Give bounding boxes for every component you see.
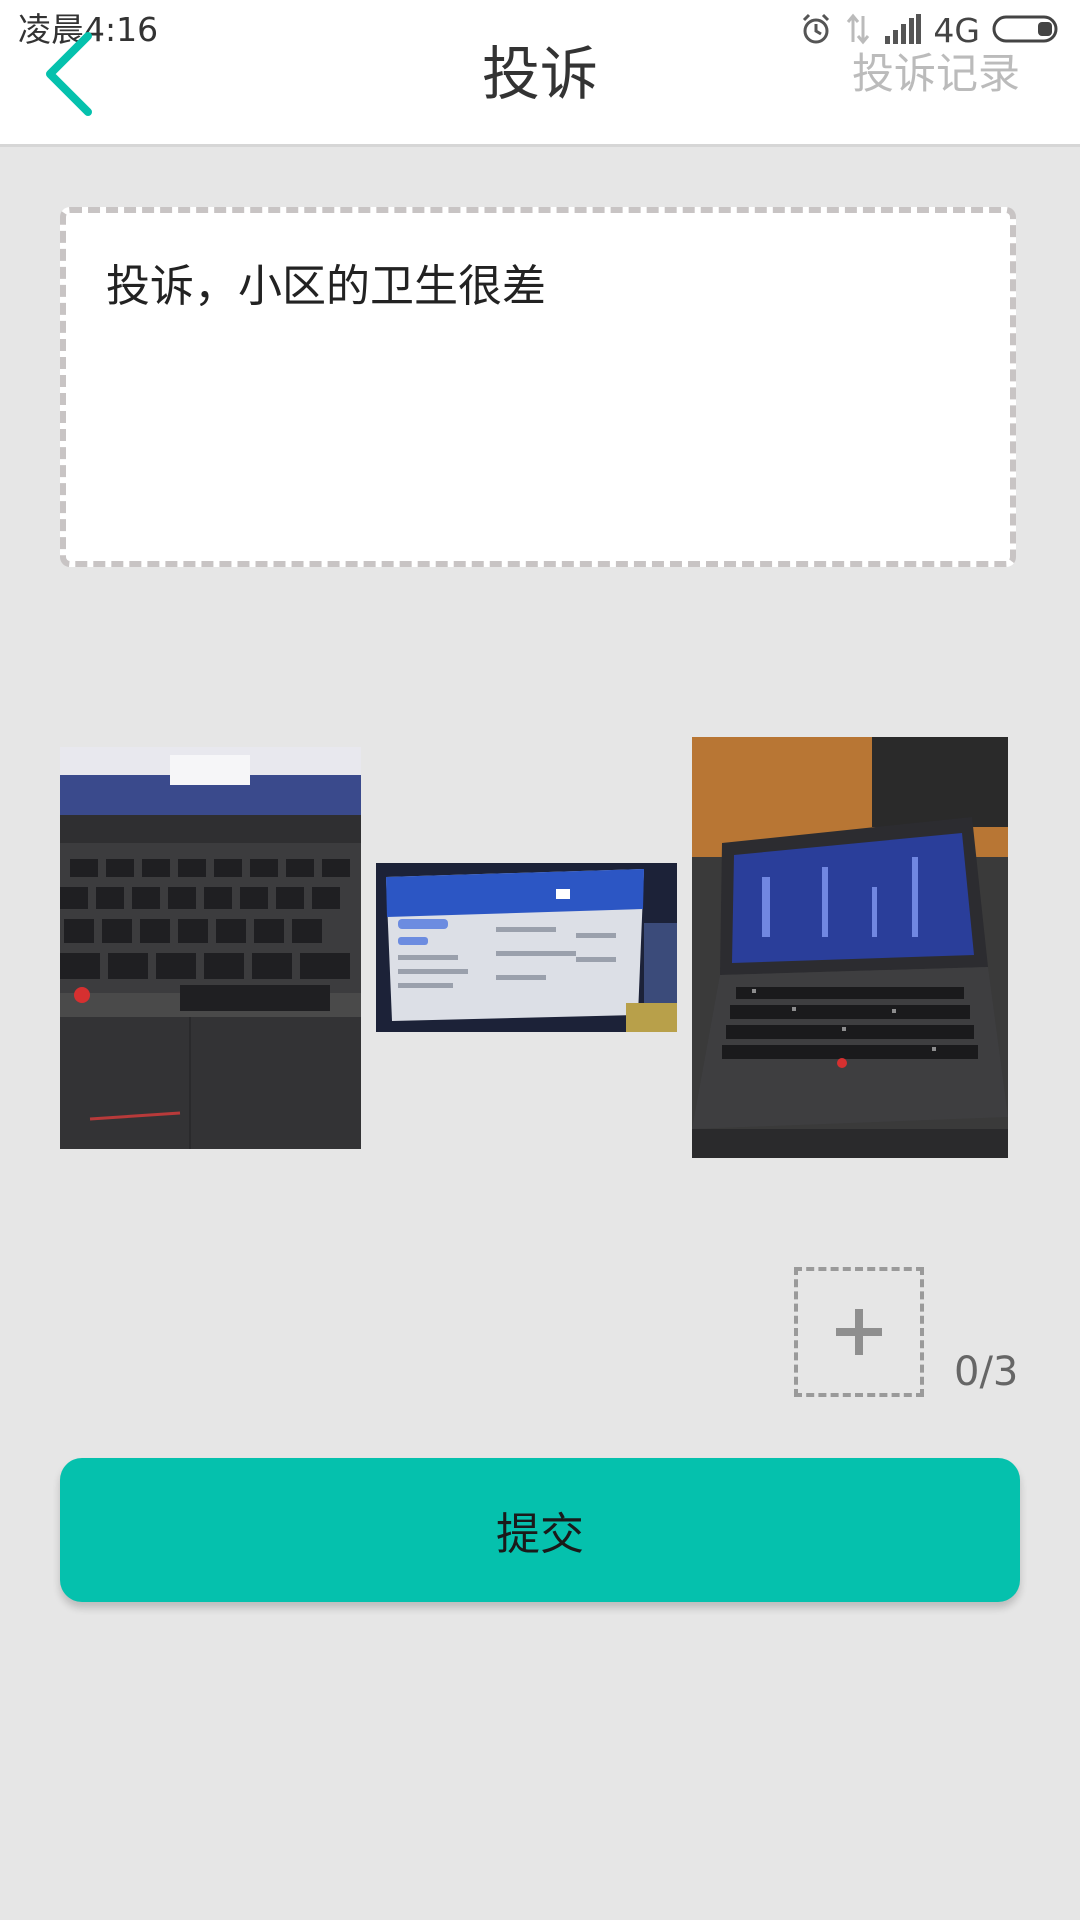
- status-icons: 4G: [799, 12, 1062, 50]
- computer-screen-photo: [376, 863, 677, 1032]
- alarm-icon: [799, 12, 833, 50]
- photo-thumbnail-2[interactable]: [376, 863, 677, 1032]
- complaint-records-link[interactable]: 投诉记录: [852, 46, 1020, 102]
- complaint-text: 投诉，小区的卫生很差: [106, 261, 546, 312]
- laptop-photo: [692, 737, 1008, 1158]
- photo-thumbnail-3[interactable]: [692, 737, 1008, 1158]
- photo-thumbnail-1[interactable]: [60, 747, 361, 1149]
- signal-icon: [883, 14, 922, 48]
- submit-button[interactable]: 提交: [60, 1458, 1020, 1602]
- laptop-keyboard-photo: [60, 747, 361, 1149]
- complaint-screen: 凌晨4:16 4G 投诉 投诉记录 投诉，小区的卫生很差 0/3 提交: [0, 0, 1080, 1920]
- network-type: 4G: [933, 11, 980, 50]
- header: 凌晨4:16 4G 投诉 投诉记录: [0, 0, 1080, 147]
- chevron-left-icon: [46, 32, 92, 116]
- complaint-textarea[interactable]: 投诉，小区的卫生很差: [60, 207, 1016, 567]
- back-button[interactable]: [36, 28, 108, 118]
- battery-icon: [992, 14, 1062, 48]
- photo-count: 0/3: [954, 1349, 1019, 1395]
- data-arrows-icon: [845, 12, 871, 50]
- add-photo-button[interactable]: [794, 1267, 924, 1397]
- plus-icon: [798, 1271, 920, 1393]
- submit-label: 提交: [496, 1509, 584, 1560]
